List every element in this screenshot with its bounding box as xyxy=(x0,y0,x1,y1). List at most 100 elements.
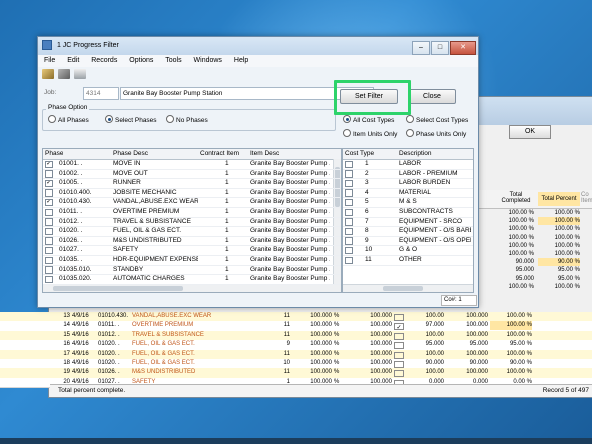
cost-grid-hscroll[interactable] xyxy=(343,284,473,292)
cost-type-code: 5 xyxy=(365,198,369,206)
tools-icon[interactable] xyxy=(57,69,70,79)
row-checkbox[interactable] xyxy=(345,237,353,245)
company-indicator: Co#: 1 xyxy=(441,295,477,306)
row-phase: 01012. . xyxy=(98,331,120,338)
item-desc: Granite Bay Booster Pump ... xyxy=(250,275,330,283)
minimize-button[interactable]: – xyxy=(412,41,430,55)
row-pct-sign: % xyxy=(334,350,340,357)
col-phase-desc[interactable]: Phase Desc xyxy=(113,149,148,159)
row-checkbox[interactable] xyxy=(45,218,53,226)
row-cost-type: 9 xyxy=(286,341,290,348)
row-checkbox[interactable] xyxy=(45,256,53,264)
menu-windows[interactable]: Windows xyxy=(194,57,222,64)
row-checkbox[interactable] xyxy=(45,227,53,236)
row-checkbox[interactable] xyxy=(345,208,353,216)
radio-select-phases[interactable]: Select Phases xyxy=(105,115,157,124)
phase-desc: MOVE OUT xyxy=(113,169,148,177)
cost-type-code: 10 xyxy=(365,246,373,254)
contract-item: 1 xyxy=(225,236,229,244)
phase-grid-hscroll[interactable] xyxy=(43,284,341,292)
row-checkbox[interactable] xyxy=(345,227,353,236)
background-row: 100.00 % 100.00 % xyxy=(478,209,592,217)
cost-type-row[interactable]: 11 OTHER xyxy=(343,255,473,266)
row-checkbox[interactable]: ✓ xyxy=(45,160,53,168)
cost-type-code: 11 xyxy=(365,256,372,263)
row-checkbox[interactable] xyxy=(45,246,53,255)
cost-type-code: 8 xyxy=(365,227,369,235)
col-cost-type[interactable]: Cost Type xyxy=(345,149,374,159)
phase-row[interactable]: 01035.020. AUTOMATIC CHARGES 1 Granite Bay … xyxy=(43,274,341,285)
phase-desc: VANDAL,ABUSE.EXC WEAR xyxy=(113,198,198,206)
col-phase[interactable]: Phase xyxy=(45,149,63,159)
row-total-percent: 100.00 % xyxy=(506,313,532,319)
menu-tools[interactable]: Tools xyxy=(165,57,181,64)
contract-item: 1 xyxy=(225,169,229,177)
phase-code: 01010.430. xyxy=(59,198,92,206)
job-input[interactable]: 4314 xyxy=(83,87,119,100)
item-desc: Granite Bay Booster Pump ... xyxy=(250,256,330,263)
header-co-item[interactable]: Co Item xyxy=(581,192,592,204)
radio-no-phases[interactable]: No Phases xyxy=(166,115,208,124)
header-total-percent[interactable]: Total Percent xyxy=(538,192,580,206)
row-total-completed: 95.000 xyxy=(469,341,488,348)
maximize-button[interactable]: □ xyxy=(431,41,449,55)
row-checkbox[interactable] xyxy=(345,256,353,264)
menu-options[interactable]: Options xyxy=(129,57,153,64)
row-units: 100.000 xyxy=(310,360,332,366)
radio-select-cost-types[interactable]: Select Cost Types xyxy=(406,115,468,124)
row-checkbox[interactable] xyxy=(45,170,53,178)
row-checkbox[interactable] xyxy=(45,237,53,245)
row-checkbox[interactable] xyxy=(345,189,353,197)
row-checkbox[interactable] xyxy=(45,189,53,197)
col-contract-item[interactable]: Contract Item xyxy=(200,149,239,159)
row-total-completed: 100.000 xyxy=(466,331,488,338)
menu-file[interactable]: File xyxy=(44,57,55,64)
close-button[interactable]: Close xyxy=(408,89,456,104)
item-desc: Granite Bay Booster Pump ... xyxy=(250,236,330,244)
row-checkbox[interactable] xyxy=(45,266,53,274)
ok-button[interactable]: OK xyxy=(509,125,551,139)
menu-records[interactable]: Records xyxy=(91,57,117,64)
total-completed-value: 95.000 xyxy=(515,267,534,274)
edit-icon[interactable] xyxy=(42,69,54,79)
menu-edit[interactable]: Edit xyxy=(67,57,79,64)
total-percent-value: 100.00 % xyxy=(554,226,580,233)
row-total-percent: 95.00 % xyxy=(509,341,532,348)
row-checkbox[interactable] xyxy=(45,208,53,216)
print-icon[interactable] xyxy=(73,69,86,79)
total-percent-value: 100.00 % xyxy=(554,234,580,241)
row-checkbox[interactable] xyxy=(345,246,353,255)
radio-all-cost-types[interactable]: All Cost Types xyxy=(343,115,394,124)
row-checkbox[interactable] xyxy=(345,170,353,178)
cost-type-code: 3 xyxy=(365,179,369,187)
row-checkbox[interactable] xyxy=(345,179,353,188)
contract-item: 1 xyxy=(225,246,229,254)
col-item-desc[interactable]: Item Desc xyxy=(250,149,279,159)
background-row: 95.000 95.00 % xyxy=(478,275,592,283)
row-checkbox[interactable] xyxy=(345,160,353,168)
phase-code: 01035.010. xyxy=(59,265,92,273)
row-number: 17 xyxy=(63,350,70,357)
row-checkbox[interactable] xyxy=(345,218,353,226)
row-units: 100.000 xyxy=(310,313,332,319)
cost-type-desc: MATERIAL xyxy=(399,188,432,196)
close-window-button[interactable]: ✕ xyxy=(450,41,476,55)
row-current: 100.00 xyxy=(425,331,444,338)
total-percent-value: 100.00 % xyxy=(538,217,580,226)
row-date: 4/9/16 xyxy=(72,313,89,319)
row-pct-sign: % xyxy=(334,360,340,366)
header-total-completed[interactable]: Total Completed xyxy=(496,192,536,204)
row-phase: 01020. . xyxy=(98,350,120,357)
row-checkbox[interactable]: ✓ xyxy=(45,198,53,207)
col-description[interactable]: Description xyxy=(399,149,432,159)
row-checkbox[interactable] xyxy=(45,275,53,284)
row-date: 4/9/16 xyxy=(72,369,89,376)
radio-all-phases[interactable]: All Phases xyxy=(48,115,89,124)
row-pct-sign: % xyxy=(334,341,340,348)
radio-item-units-only[interactable]: Item Units Only xyxy=(343,129,397,138)
row-checkbox[interactable] xyxy=(345,198,353,207)
row-current: 97.000 xyxy=(425,322,444,329)
menu-help[interactable]: Help xyxy=(234,57,248,64)
row-checkbox[interactable]: ✓ xyxy=(45,179,53,188)
radio-phase-units-only[interactable]: Phase Units Only xyxy=(406,129,466,138)
